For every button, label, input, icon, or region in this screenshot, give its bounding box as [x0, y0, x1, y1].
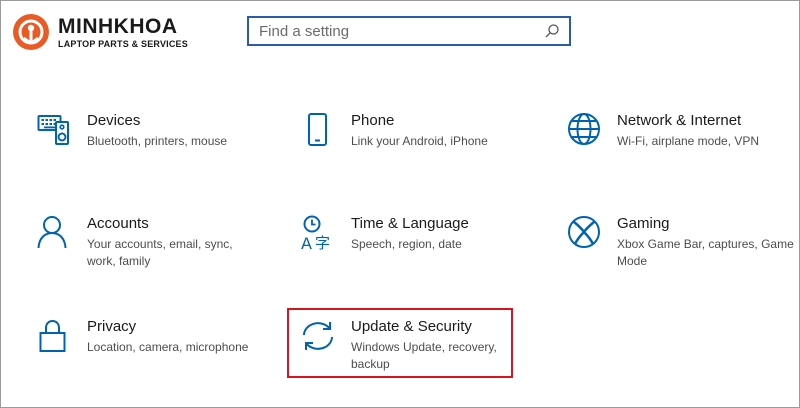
tile-description: Link your Android, iPhone [351, 134, 488, 148]
logo-mark-icon [13, 14, 49, 50]
tile-accounts[interactable]: Accounts Your accounts, email, sync, wor… [37, 213, 277, 283]
brand-name: MINHKHOA [58, 14, 178, 38]
tile-time-language[interactable]: A 字 Time & Language Speech, region, date [301, 213, 541, 283]
phone-icon [308, 113, 327, 146]
keyboard-speaker-icon [37, 115, 69, 145]
tile-title: Privacy [87, 318, 137, 335]
tile-update-security[interactable]: Update & Security Windows Update, recove… [301, 316, 541, 386]
person-icon [37, 216, 67, 249]
sync-icon [303, 322, 333, 350]
tile-devices[interactable]: Devices Bluetooth, printers, mouse [37, 110, 277, 180]
tile-network-internet[interactable]: Network & Internet Wi-Fi, airplane mode,… [567, 110, 800, 180]
search-box[interactable] [247, 16, 571, 46]
svg-text:A: A [301, 234, 312, 253]
tile-title: Gaming [617, 215, 670, 232]
svg-text:字: 字 [315, 234, 330, 252]
tile-title: Devices [87, 112, 141, 129]
tile-description: Speech, region, date [351, 237, 462, 251]
brand-logo: MINHKHOA LAPTOP PARTS & SERVICES [12, 10, 188, 54]
tile-title: Phone [351, 112, 395, 129]
tile-description: Your accounts, email, sync, work, family [87, 237, 233, 268]
tile-description: Windows Update, recovery, backup [351, 340, 497, 371]
time-language-icon: A 字 [301, 215, 330, 253]
globe-icon [568, 113, 600, 145]
tile-description: Xbox Game Bar, captures, Game Mode [617, 237, 794, 268]
xbox-icon [568, 216, 600, 248]
tile-gaming[interactable]: Gaming Xbox Game Bar, captures, Game Mod… [567, 213, 800, 283]
tile-title: Network & Internet [617, 112, 742, 129]
tile-privacy[interactable]: Privacy Location, camera, microphone [37, 316, 277, 386]
tile-title: Update & Security [351, 318, 472, 335]
tile-description: Location, camera, microphone [87, 340, 249, 354]
brand-tagline: LAPTOP PARTS & SERVICES [58, 38, 188, 49]
tile-description: Wi-Fi, airplane mode, VPN [617, 134, 760, 148]
tile-title: Accounts [87, 215, 149, 232]
tile-phone[interactable]: Phone Link your Android, iPhone [301, 110, 541, 180]
search-input[interactable] [249, 19, 543, 43]
search-icon[interactable] [543, 22, 561, 40]
tile-title: Time & Language [351, 215, 469, 232]
tile-description: Bluetooth, printers, mouse [87, 134, 228, 148]
lock-icon [39, 319, 66, 352]
